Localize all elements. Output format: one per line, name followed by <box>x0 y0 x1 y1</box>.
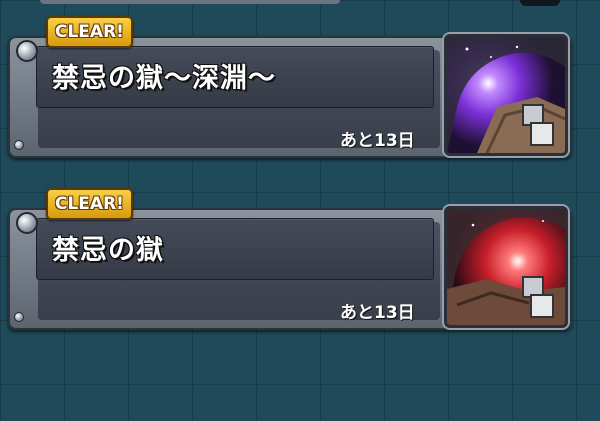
top-strip <box>0 0 600 8</box>
dungeon-red-portal-icon <box>447 209 565 325</box>
rivet-icon <box>16 212 38 234</box>
rivet-icon <box>14 312 24 322</box>
quest-card-abyss[interactable]: 禁忌の獄～深淵～ あと13日 CLEAR! <box>8 14 572 158</box>
top-bar <box>40 0 340 4</box>
quest-title: 禁忌の獄 <box>52 235 164 266</box>
remaining-days: あと13日 <box>340 131 415 151</box>
rivet-icon <box>16 40 38 62</box>
rivet-icon <box>14 140 24 150</box>
quest-title: 禁忌の獄～深淵～ <box>52 63 276 94</box>
remaining-days: あと13日 <box>340 303 415 323</box>
clear-badge: CLEAR! <box>46 16 133 48</box>
top-corner-decoration <box>520 0 560 6</box>
quest-thumbnail[interactable] <box>444 206 568 328</box>
clear-badge: CLEAR! <box>46 188 133 220</box>
quest-card-forbidden-prison[interactable]: 禁忌の獄 あと13日 CLEAR! <box>8 186 572 330</box>
dungeon-purple-portal-icon <box>447 37 565 153</box>
quest-thumbnail[interactable] <box>444 34 568 156</box>
